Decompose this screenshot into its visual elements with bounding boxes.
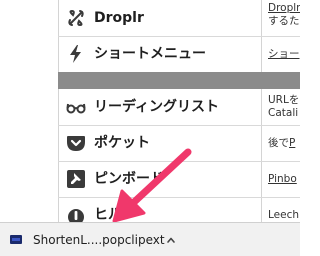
- pocket-icon: [67, 136, 85, 151]
- download-filename: ShortenL....popclipext: [33, 233, 165, 247]
- row-name: Droplr: [94, 10, 144, 26]
- extensions-table: Droplr Droplr するた ショートメニュー ショー リーディングリスト…: [58, 0, 300, 256]
- chevron-up-icon[interactable]: [166, 235, 176, 245]
- table-row-droplr: Droplr Droplr するた: [58, 0, 300, 37]
- row-desc-text: URLを: [268, 94, 300, 106]
- row-desc-link[interactable]: Pinbo: [268, 173, 300, 186]
- package-icon: [10, 235, 22, 244]
- row-desc-text: 後で: [268, 137, 289, 149]
- droplr-icon: [68, 9, 84, 27]
- row-name: ショートメニュー: [94, 46, 206, 62]
- row-desc-link[interactable]: ショー: [268, 48, 300, 61]
- row-desc-text: Leech: [268, 209, 300, 221]
- row-desc-text: するた: [268, 15, 300, 27]
- row-description: URLを Catali: [268, 94, 300, 120]
- row-name: ポケット: [94, 135, 150, 151]
- table-row-short-menu: ショートメニュー ショー: [58, 36, 300, 73]
- row-description: Pinbo: [268, 173, 300, 186]
- table-row-pocket: ポケット 後でP: [58, 125, 300, 162]
- row-desc-link[interactable]: P: [289, 137, 295, 149]
- table-row-reading-list: リーディングリスト URLを Catali: [58, 89, 300, 126]
- row-desc-text: Catali: [268, 107, 299, 119]
- pushpin-icon: [67, 170, 85, 188]
- page: Droplr Droplr するた ショートメニュー ショー リーディングリスト…: [0, 0, 300, 256]
- download-item[interactable]: ShortenL....popclipext: [0, 223, 192, 256]
- row-description: Droplr するた: [268, 2, 300, 28]
- row-description: 後でP: [268, 137, 300, 150]
- download-bar: ShortenL....popclipext: [0, 222, 300, 256]
- row-description: Leech: [268, 209, 300, 222]
- lightning-icon: [70, 45, 81, 63]
- row-name: リーディングリスト: [94, 99, 220, 115]
- row-desc-link[interactable]: Droplr: [268, 2, 300, 15]
- row-name: ピンボード: [94, 171, 164, 187]
- glasses-icon: [66, 103, 86, 114]
- table-row-pinboard: ピンボード Pinbo: [58, 161, 300, 198]
- row-description: ショー: [268, 48, 300, 61]
- section-header-bar: [58, 72, 300, 89]
